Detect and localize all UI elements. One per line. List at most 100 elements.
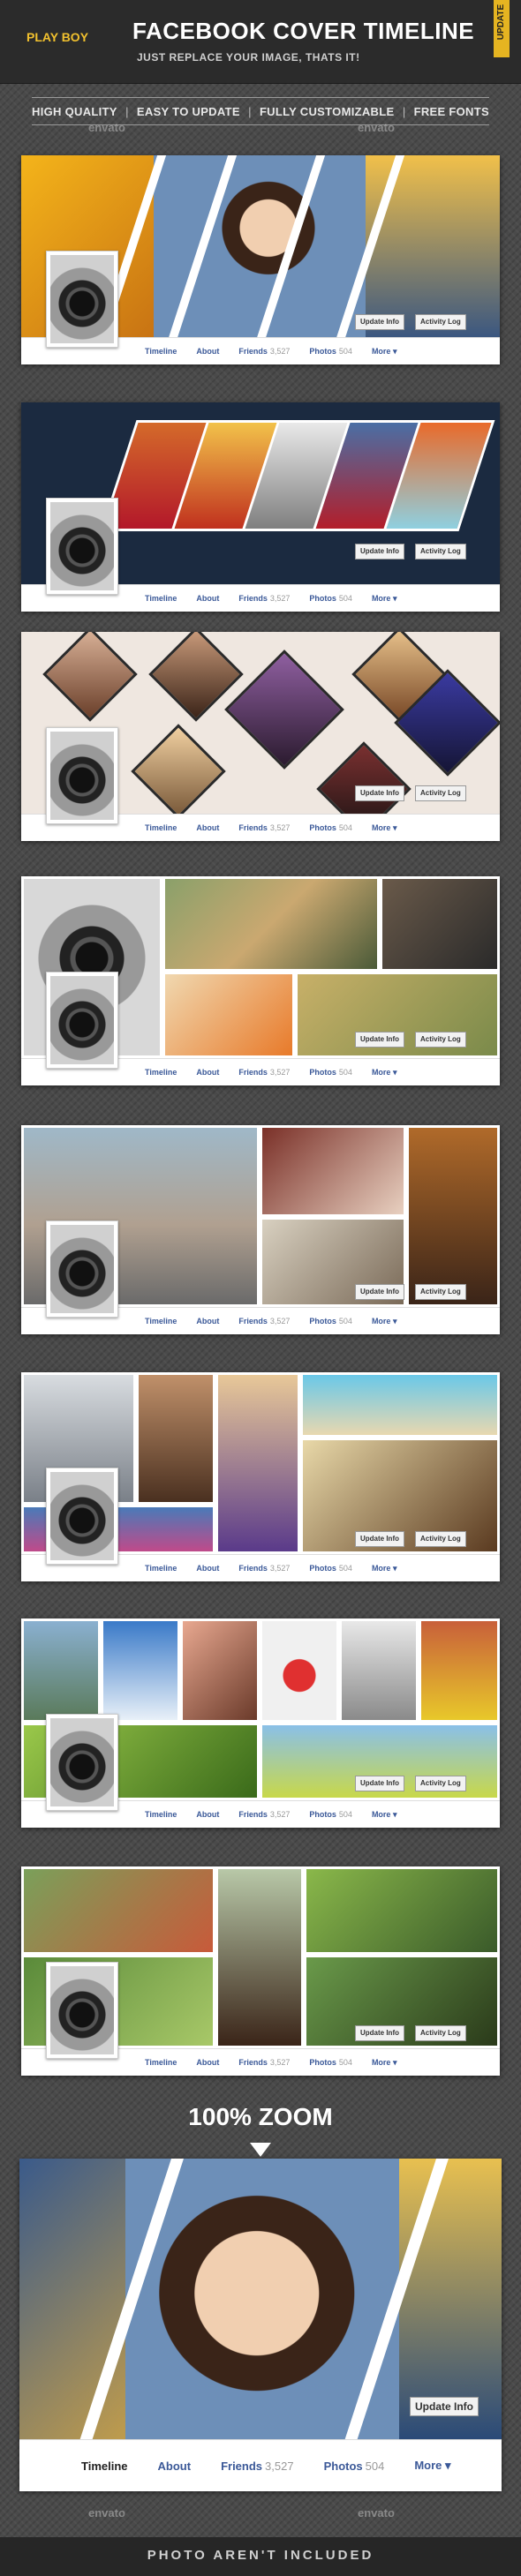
cover-tile: [406, 1125, 500, 1307]
cover-preview-3: Update Info Activity Log Timeline About …: [21, 632, 500, 841]
feature-item: EASY TO UPDATE: [136, 104, 240, 118]
nav-about[interactable]: About: [196, 1317, 219, 1326]
nav-photos[interactable]: Photos 504: [309, 2058, 352, 2067]
nav-about[interactable]: About: [196, 2058, 219, 2067]
camera-photo: [50, 1472, 114, 1560]
update-info-button[interactable]: Update Info: [410, 2397, 479, 2416]
zoomed-cover-preview: Update Info Timeline About Friends 3,527 …: [19, 2159, 502, 2491]
nav-timeline[interactable]: Timeline: [145, 2058, 177, 2067]
nav-friends[interactable]: Friends 3,527: [238, 1564, 290, 1573]
activity-log-button[interactable]: Activity Log: [415, 314, 466, 330]
page-title: FACEBOOK COVER TIMELINE: [132, 18, 475, 44]
envato-watermark: envato: [88, 2506, 125, 2520]
nav-photos[interactable]: Photos 504: [309, 1810, 352, 1819]
profile-picture: [46, 972, 118, 1069]
nav-about[interactable]: About: [196, 347, 219, 356]
update-info-button[interactable]: Update Info: [355, 785, 404, 801]
activity-log-button[interactable]: Activity Log: [415, 1776, 466, 1791]
nav-timeline[interactable]: Timeline: [145, 1810, 177, 1819]
feature-separator: |: [125, 104, 129, 118]
cover-tile: [21, 1618, 101, 1723]
envato-watermark: envato: [88, 121, 125, 134]
nav-timeline[interactable]: Timeline: [145, 347, 177, 356]
nav-more[interactable]: More ▾: [372, 594, 397, 604]
nav-more[interactable]: More ▾: [372, 347, 397, 357]
nav-more[interactable]: More ▾: [372, 823, 397, 833]
profile-picture: [46, 498, 118, 595]
nav-about[interactable]: About: [196, 823, 219, 832]
profile-picture: [46, 727, 118, 824]
cover-tile: [300, 1372, 500, 1438]
nav-about[interactable]: About: [196, 594, 219, 603]
nav-more[interactable]: More ▾: [372, 1810, 397, 1820]
activity-log-button[interactable]: Activity Log: [415, 785, 466, 801]
update-info-button[interactable]: Update Info: [355, 1531, 404, 1547]
nav-more[interactable]: More ▾: [372, 1564, 397, 1573]
nav-about[interactable]: About: [196, 1068, 219, 1077]
nav-friends[interactable]: Friends 3,527: [238, 594, 290, 603]
nav-friends[interactable]: Friends 3,527: [238, 823, 290, 832]
nav-about[interactable]: About: [196, 1810, 219, 1819]
update-info-button[interactable]: Update Info: [355, 1776, 404, 1791]
cover-tile: [101, 1618, 180, 1723]
cover-tile: [419, 1618, 500, 1723]
camera-photo: [50, 1225, 114, 1313]
activity-log-button[interactable]: Activity Log: [415, 1531, 466, 1547]
cover-preview-8: Update Info Activity Log Timeline About …: [21, 1866, 500, 2076]
nav-more[interactable]: More ▾: [414, 2459, 450, 2473]
nav-timeline[interactable]: Timeline: [145, 823, 177, 832]
nav-photos[interactable]: Photos 504: [309, 1564, 352, 1573]
update-info-button[interactable]: Update Info: [355, 1032, 404, 1048]
envato-watermark: envato: [358, 121, 395, 134]
nav-more[interactable]: More ▾: [372, 1068, 397, 1078]
update-info-button[interactable]: Update Info: [355, 314, 404, 330]
nav-timeline[interactable]: Timeline: [145, 594, 177, 603]
nav-about[interactable]: About: [158, 2460, 192, 2473]
nav-more[interactable]: More ▾: [372, 1317, 397, 1326]
profile-picture: [46, 1962, 118, 2059]
nav-friends[interactable]: Friends 3,527: [238, 2058, 290, 2067]
cover-preview-5: Update Info Activity Log Timeline About …: [21, 1125, 500, 1334]
nav-photos[interactable]: Photos 504: [309, 347, 352, 356]
profile-picture: [46, 1220, 118, 1318]
nav-photos[interactable]: Photos 504: [324, 2460, 385, 2473]
activity-log-button[interactable]: Activity Log: [415, 1032, 466, 1048]
cover-tile: [260, 1125, 406, 1217]
update-info-button[interactable]: Update Info: [355, 1284, 404, 1300]
nav-friends[interactable]: Friends 3,527: [238, 1317, 290, 1326]
nav-timeline[interactable]: Timeline: [145, 1068, 177, 1077]
nav-more[interactable]: More ▾: [372, 2058, 397, 2068]
nav-timeline[interactable]: Timeline: [81, 2460, 128, 2473]
nav-friends[interactable]: Friends 3,527: [238, 1810, 290, 1819]
cover-tile: [21, 1866, 215, 1955]
update-info-button[interactable]: Update Info: [355, 544, 404, 560]
nav-friends[interactable]: Friends 3,527: [221, 2460, 294, 2473]
activity-log-button[interactable]: Activity Log: [415, 1284, 466, 1300]
cover-tile: [215, 1866, 304, 2048]
nav-photos[interactable]: Photos 504: [309, 823, 352, 832]
activity-log-button[interactable]: Activity Log: [415, 2025, 466, 2041]
feature-item: HIGH QUALITY: [32, 104, 117, 118]
nav-photos[interactable]: Photos 504: [309, 1317, 352, 1326]
timeline-nav: Timeline About Friends 3,527 Photos 504 Mo…: [19, 2439, 502, 2491]
cover-tile: [136, 1372, 215, 1505]
footer-note: PHOTO AREN'T INCLUDED: [147, 2548, 374, 2563]
camera-photo: [50, 976, 114, 1064]
zoom-heading: 100% ZOOM: [188, 2103, 333, 2130]
cover-preview-4: Update Info Activity Log Timeline About …: [21, 876, 500, 1085]
nav-timeline[interactable]: Timeline: [145, 1317, 177, 1326]
profile-picture: [46, 251, 118, 348]
cover-tile: [131, 724, 226, 814]
camera-photo: [50, 1966, 114, 2054]
nav-about[interactable]: About: [196, 1564, 219, 1573]
feature-separator: |: [248, 104, 252, 118]
nav-photos[interactable]: Photos 504: [309, 594, 352, 603]
update-info-button[interactable]: Update Info: [355, 2025, 404, 2041]
activity-log-button[interactable]: Activity Log: [415, 544, 466, 560]
nav-friends[interactable]: Friends 3,527: [238, 1068, 290, 1077]
cover-tile: [162, 876, 380, 972]
feature-item: FULLY CUSTOMIZABLE: [259, 104, 395, 118]
nav-friends[interactable]: Friends 3,527: [238, 347, 290, 356]
nav-timeline[interactable]: Timeline: [145, 1564, 177, 1573]
nav-photos[interactable]: Photos 504: [309, 1068, 352, 1077]
